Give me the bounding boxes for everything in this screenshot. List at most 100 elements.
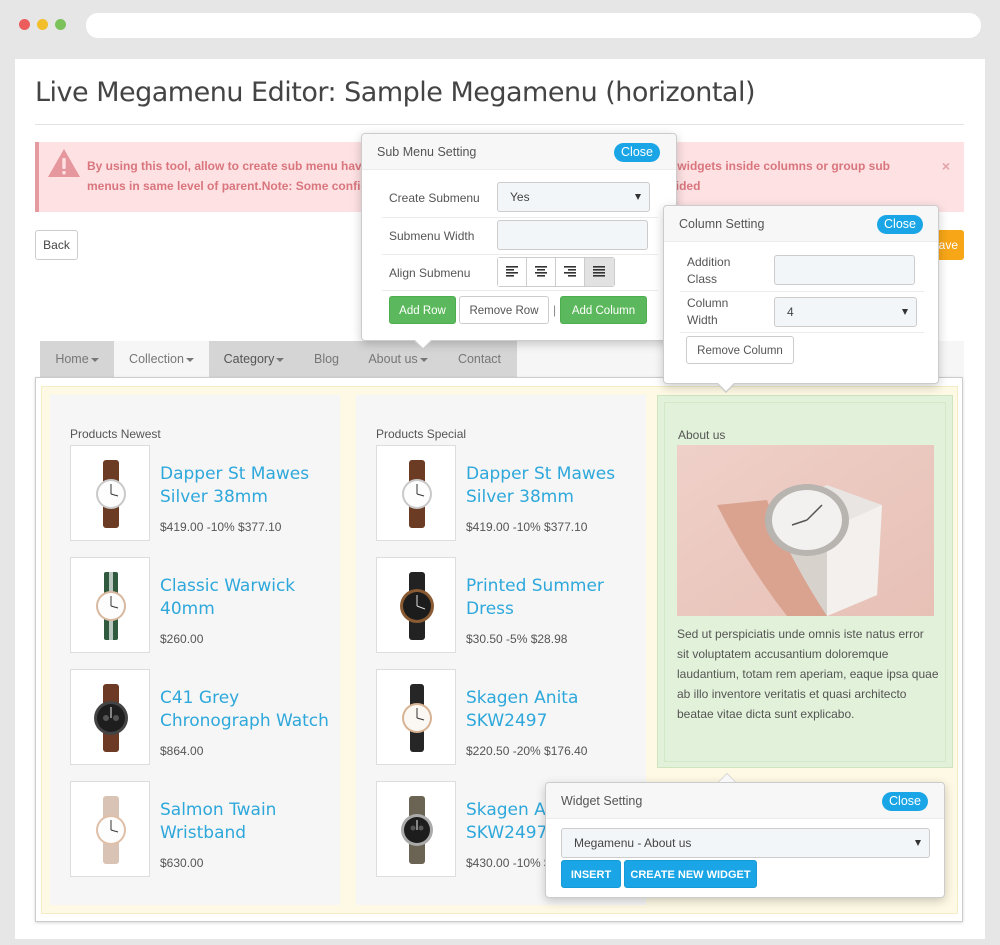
popover-title: Column Setting <box>679 217 765 231</box>
align-right-button[interactable] <box>556 258 585 286</box>
popover-header: Column Setting Close <box>664 206 938 242</box>
insert-button[interactable]: INSERT <box>561 860 621 888</box>
product-thumbnail[interactable] <box>376 445 456 541</box>
product-name-link[interactable]: Dapper St Mawes Silver 38mm <box>466 463 651 509</box>
caret-down-icon <box>185 357 194 362</box>
product-name-link[interactable]: Skagen Anita SKW2497 <box>466 687 651 733</box>
product-item[interactable]: Salmon Twain Wristband $630.00 <box>70 781 340 877</box>
product-thumbnail[interactable] <box>70 557 150 653</box>
caret-down-icon <box>276 357 285 362</box>
caret-down-icon <box>419 357 428 362</box>
address-bar[interactable] <box>86 13 981 38</box>
field-divider <box>382 254 658 255</box>
title-divider <box>35 124 964 125</box>
create-new-widget-button[interactable]: CREATE NEW WIDGET <box>624 860 757 888</box>
select-value: 4 <box>787 305 794 319</box>
addition-class-input[interactable] <box>774 255 915 285</box>
product-thumbnail[interactable] <box>376 669 456 765</box>
column-title: Products Special <box>376 427 467 441</box>
product-thumbnail[interactable] <box>376 557 456 653</box>
popover-title: Widget Setting <box>561 794 643 808</box>
watch-image <box>96 460 126 528</box>
window-maximize-dot[interactable] <box>55 19 66 30</box>
popover-arrow <box>414 340 432 350</box>
product-name-link[interactable]: Dapper St Mawes Silver 38mm <box>160 463 345 509</box>
column-products-newest[interactable]: Products Newest Dapper St Mawes Silver 3… <box>50 395 340 905</box>
close-button[interactable]: Close <box>614 143 660 162</box>
product-price: $260.00 <box>160 632 204 646</box>
watch-image <box>402 460 432 528</box>
add-row-button[interactable]: Add Row <box>389 296 456 324</box>
align-center-button[interactable] <box>527 258 556 286</box>
submenu-width-input[interactable] <box>497 220 648 250</box>
create-submenu-label: Create Submenu <box>389 191 480 205</box>
popover-title: Sub Menu Setting <box>377 145 477 159</box>
watch-image <box>401 796 433 864</box>
nav-item-label: Home <box>55 352 89 366</box>
chevron-down-icon <box>635 194 641 200</box>
column-about-us[interactable]: About us Sed ut perspiciatis unde omnis … <box>657 395 953 768</box>
column-title: Products Newest <box>70 427 161 441</box>
product-name-link[interactable]: Salmon Twain Wristband <box>160 799 345 845</box>
field-divider <box>680 291 924 292</box>
close-button[interactable]: Close <box>882 792 928 811</box>
align-left-icon <box>506 266 518 277</box>
product-name-link[interactable]: Classic Warwick 40mm <box>160 575 345 621</box>
nav-item-contact[interactable]: Contact <box>442 341 517 377</box>
remove-row-button[interactable]: Remove Row <box>459 296 549 324</box>
column-width-label: Column Width <box>687 296 729 327</box>
column-setting-popover: Column Setting Close Addition Class Colu… <box>663 205 939 393</box>
popover-header: Sub Menu Setting Close <box>362 134 676 170</box>
about-us-text: Sed ut perspiciatis unde omnis iste natu… <box>677 627 939 721</box>
submenu-width-label: Submenu Width <box>389 229 475 243</box>
window-close-dot[interactable] <box>19 19 30 30</box>
product-item[interactable]: Printed Summer Dress $30.50 -5% $28.98 <box>376 557 646 653</box>
widget-setting-popover: Widget Setting Close Megamenu - About us… <box>545 773 945 898</box>
product-item[interactable]: Dapper St Mawes Silver 38mm $419.00 -10%… <box>376 445 646 541</box>
addition-class-label: Addition Class <box>687 255 731 286</box>
align-left-button[interactable] <box>498 258 527 286</box>
product-name-link[interactable]: C41 Grey Chronograph Watch <box>160 687 345 733</box>
product-thumbnail[interactable] <box>70 445 150 541</box>
product-item[interactable]: Classic Warwick 40mm $260.00 <box>70 557 340 653</box>
close-button[interactable]: Close <box>877 215 923 234</box>
product-thumbnail[interactable] <box>376 781 456 877</box>
nav-item-label: Collection <box>129 352 184 366</box>
add-column-button[interactable]: Add Column <box>560 296 647 324</box>
product-item[interactable]: C41 Grey Chronograph Watch $864.00 <box>70 669 340 765</box>
product-item[interactable]: Skagen Anita SKW2497 $220.50 -20% $176.4… <box>376 669 646 765</box>
product-thumbnail[interactable] <box>70 781 150 877</box>
create-submenu-select[interactable]: Yes <box>497 182 650 212</box>
column-title: About us <box>678 428 726 442</box>
product-item[interactable]: Dapper St Mawes Silver 38mm $419.00 -10%… <box>70 445 340 541</box>
about-us-image <box>677 445 934 616</box>
window-minimize-dot[interactable] <box>37 19 48 30</box>
alert-close-icon[interactable]: × <box>942 158 950 174</box>
watch-image <box>96 796 126 864</box>
product-price: $30.50 -5% $28.98 <box>466 632 568 646</box>
remove-column-button[interactable]: Remove Column <box>686 336 794 364</box>
nav-item-blog[interactable]: Blog <box>299 341 354 377</box>
align-center-icon <box>535 266 547 277</box>
widget-select[interactable]: Megamenu - About us <box>561 828 930 858</box>
nav-item-label: Contact <box>457 352 502 366</box>
nav-item-home[interactable]: Home <box>40 341 114 377</box>
align-right-icon <box>564 266 576 277</box>
product-name-link[interactable]: Printed Summer Dress <box>466 575 651 621</box>
nav-item-category[interactable]: Category <box>209 341 299 377</box>
submenu-setting-popover: Sub Menu Setting Close Create Submenu Ye… <box>361 133 677 350</box>
nav-item-collection[interactable]: Collection <box>114 341 209 377</box>
product-thumbnail[interactable] <box>70 669 150 765</box>
product-price: $419.00 -10% $377.10 <box>160 520 282 534</box>
watch-image <box>96 572 126 640</box>
back-button[interactable]: Back <box>35 230 78 260</box>
product-price: $220.50 -20% $176.40 <box>466 744 588 758</box>
chevron-down-icon <box>915 840 921 846</box>
column-width-select[interactable]: 4 <box>774 297 917 327</box>
editor-page: Live Megamenu Editor: Sample Megamenu (h… <box>15 59 985 939</box>
align-justify-button[interactable] <box>585 258 614 286</box>
popover-arrow <box>717 383 735 393</box>
field-divider <box>680 332 924 333</box>
align-justify-icon <box>593 266 605 277</box>
align-submenu-group <box>497 257 615 287</box>
